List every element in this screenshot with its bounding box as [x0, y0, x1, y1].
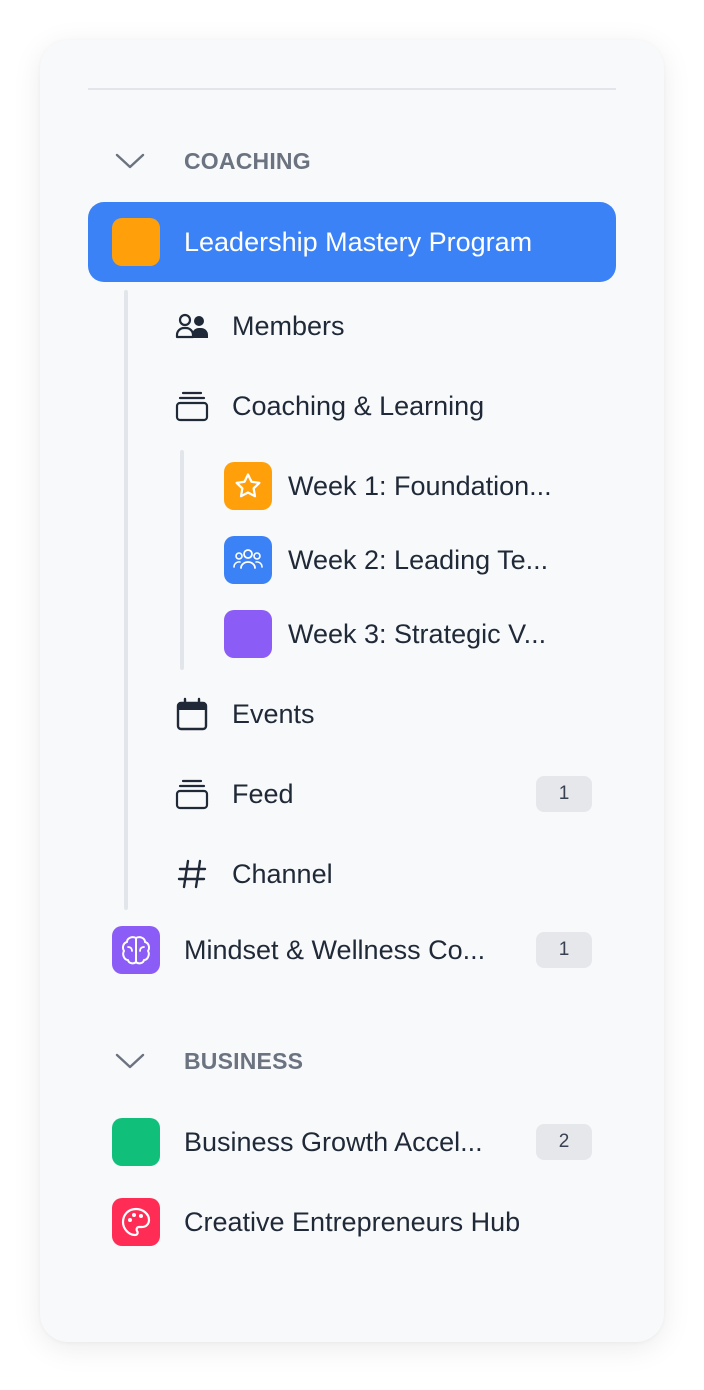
- community-creative-entrepreneurs[interactable]: Creative Entrepreneurs Hub: [112, 1182, 592, 1262]
- team-icon: [224, 536, 272, 584]
- tree-line: [124, 290, 128, 910]
- nav-channel[interactable]: Channel: [168, 834, 608, 914]
- sidebar-panel: COACHING Leadership Mastery Program Memb…: [40, 40, 664, 1342]
- nav-label: Week 1: Foundation...: [288, 470, 552, 501]
- brain-icon: [112, 926, 160, 974]
- nav-feed[interactable]: Feed 1: [168, 754, 592, 834]
- nav-label: Members: [232, 310, 345, 341]
- chevron-down-icon[interactable]: [110, 1041, 150, 1081]
- community-label: Mindset & Wellness Co...: [184, 934, 486, 965]
- stack-icon: [168, 382, 216, 430]
- unread-badge: 1: [536, 932, 592, 968]
- community-label: Leadership Mastery Program: [184, 226, 533, 257]
- purple-square-icon: [224, 610, 272, 658]
- nav-week-3[interactable]: Week 3: Strategic V...: [224, 594, 624, 674]
- star-icon: [224, 462, 272, 510]
- green-square-icon: [112, 1118, 160, 1166]
- nav-label: Events: [232, 698, 315, 729]
- nav-label: Coaching & Learning: [232, 390, 485, 421]
- community-mindset-wellness[interactable]: Mindset & Wellness Co... 1: [112, 910, 592, 990]
- nav-label: Channel: [232, 858, 333, 889]
- nav-week-1[interactable]: Week 1: Foundation...: [224, 446, 624, 526]
- section-header-business[interactable]: BUSINESS: [110, 1041, 303, 1081]
- unread-badge: 1: [536, 776, 592, 812]
- nav-label: Week 3: Strategic V...: [288, 618, 547, 649]
- stack-icon: [168, 770, 216, 818]
- community-business-growth[interactable]: Business Growth Accel... 2: [112, 1102, 592, 1182]
- community-label: Business Growth Accel...: [184, 1126, 483, 1157]
- nav-events[interactable]: Events: [168, 674, 608, 754]
- nav-week-2[interactable]: Week 2: Leading Te...: [224, 520, 624, 600]
- hash-icon: [168, 850, 216, 898]
- orange-square-icon: [112, 218, 160, 266]
- section-title: BUSINESS: [184, 1047, 304, 1074]
- nav-coaching-learning[interactable]: Coaching & Learning: [168, 366, 608, 446]
- members-icon: [168, 302, 216, 350]
- nav-label: Week 2: Leading Te...: [288, 544, 549, 575]
- divider: [88, 88, 616, 90]
- community-leadership-mastery[interactable]: Leadership Mastery Program: [88, 202, 616, 282]
- nav-members[interactable]: Members: [168, 286, 608, 366]
- community-label: Creative Entrepreneurs Hub: [184, 1206, 521, 1237]
- section-header-coaching[interactable]: COACHING: [110, 141, 311, 181]
- palette-icon: [112, 1198, 160, 1246]
- unread-badge: 2: [536, 1124, 592, 1160]
- calendar-icon: [168, 690, 216, 738]
- chevron-down-icon[interactable]: [110, 141, 150, 181]
- section-title: COACHING: [184, 147, 311, 174]
- tree-line-nested: [180, 450, 184, 670]
- nav-label: Feed: [232, 778, 294, 809]
